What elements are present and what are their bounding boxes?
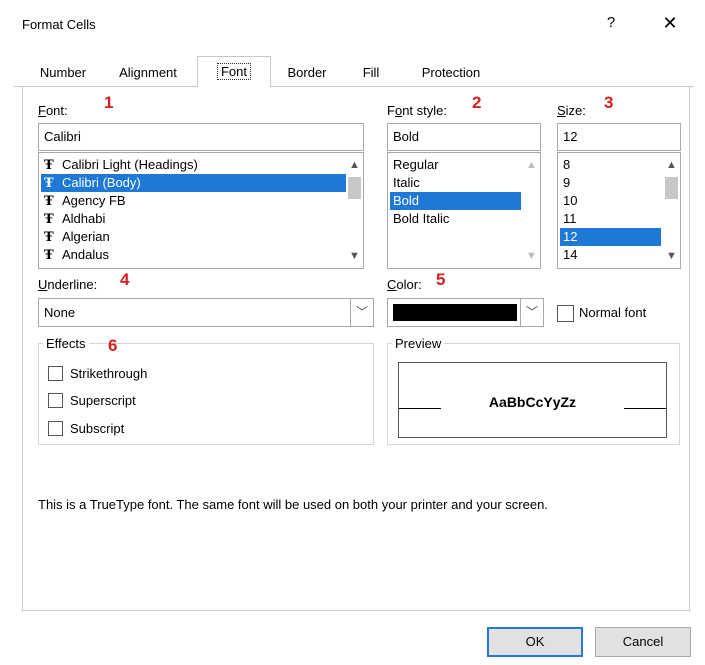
- annotation-3: 3: [604, 93, 614, 112]
- font-list[interactable]: Ŧ Calibri Light (Headings) Ŧ Calibri (Body…: [38, 152, 364, 269]
- cancel-button[interactable]: Cancel: [595, 627, 691, 657]
- tab-protection[interactable]: Protection: [405, 60, 497, 85]
- size-list[interactable]: 8 9 10 11 12 14 ▲ ▼: [557, 152, 681, 269]
- font-style-item-selected[interactable]: Bold: [390, 192, 521, 210]
- format-cells-dialog: Format Cells ? ✕ Number Alignment Font B…: [0, 0, 705, 665]
- size-scrollbar[interactable]: ▲ ▼: [663, 153, 680, 268]
- tab-border[interactable]: Border: [271, 60, 343, 85]
- font-style-list[interactable]: Regular Italic Bold Bold Italic ▲ ▼: [387, 152, 541, 269]
- color-label: Color:: [387, 277, 422, 292]
- truetype-icon: Ŧ: [44, 212, 54, 227]
- underline-value: None: [44, 305, 76, 320]
- font-style-item[interactable]: Regular: [390, 156, 439, 174]
- tab-alignment[interactable]: Alignment: [104, 60, 192, 85]
- scroll-down-icon[interactable]: ▼: [346, 248, 363, 264]
- annotation-6: 6: [108, 336, 118, 355]
- truetype-icon: Ŧ: [44, 230, 54, 245]
- truetype-icon: Ŧ: [44, 176, 54, 191]
- font-style-scrollbar[interactable]: ▲ ▼: [523, 153, 540, 268]
- font-label: Font:: [38, 103, 68, 118]
- scroll-down-icon[interactable]: ▼: [523, 248, 540, 264]
- font-style-item[interactable]: Italic: [390, 174, 420, 192]
- font-list-scrollbar[interactable]: ▲ ▼: [346, 153, 363, 268]
- font-list-item[interactable]: Ŧ Aldhabi: [41, 210, 105, 228]
- normal-font-checkbox[interactable]: [557, 305, 574, 322]
- tab-fill[interactable]: Fill: [336, 60, 406, 85]
- truetype-icon: Ŧ: [44, 248, 54, 263]
- superscript-checkbox[interactable]: [48, 393, 63, 408]
- scroll-up-icon[interactable]: ▲: [346, 157, 363, 173]
- color-swatch: [393, 304, 517, 321]
- font-list-item[interactable]: Ŧ Agency FB: [41, 192, 126, 210]
- annotation-4: 4: [120, 270, 130, 289]
- scroll-thumb[interactable]: [348, 177, 361, 199]
- font-list-item[interactable]: Ŧ Andalus: [41, 246, 109, 264]
- size-item[interactable]: 10: [560, 192, 577, 210]
- font-list-item-selected[interactable]: Ŧ Calibri (Body): [41, 174, 348, 192]
- scroll-thumb[interactable]: [665, 177, 678, 199]
- scroll-down-icon[interactable]: ▼: [663, 248, 680, 264]
- underline-label: Underline:: [38, 277, 98, 292]
- size-item[interactable]: 14: [560, 246, 577, 264]
- size-item[interactable]: 11: [560, 210, 577, 228]
- superscript-label: Superscript: [70, 393, 136, 408]
- preview-label: Preview: [392, 336, 445, 351]
- size-item[interactable]: 8: [560, 156, 570, 174]
- font-info-text: This is a TrueType font. The same font w…: [38, 497, 548, 512]
- close-button[interactable]: ✕: [655, 10, 685, 36]
- truetype-icon: Ŧ: [44, 158, 54, 173]
- tab-number[interactable]: Number: [28, 60, 98, 85]
- strikethrough-label: Strikethrough: [70, 366, 148, 381]
- normal-font-label: Normal font: [579, 305, 647, 320]
- strikethrough-checkbox[interactable]: [48, 366, 63, 381]
- underline-dropdown[interactable]: None ﹀: [38, 298, 374, 327]
- annotation-2: 2: [472, 93, 482, 112]
- close-icon: ✕: [662, 13, 678, 33]
- annotation-1: 1: [104, 93, 114, 112]
- preview-sample-text: AaBbCcYyZz: [488, 394, 577, 410]
- chevron-down-icon[interactable]: ﹀: [520, 299, 543, 326]
- font-style-input[interactable]: Bold: [387, 123, 541, 151]
- effects-label: Effects: [43, 336, 89, 351]
- preview-box: AaBbCcYyZz: [398, 362, 667, 438]
- scroll-up-icon[interactable]: ▲: [663, 157, 680, 173]
- help-button[interactable]: ?: [596, 10, 626, 36]
- chevron-down-icon[interactable]: ﹀: [350, 299, 373, 326]
- help-icon: ?: [606, 14, 616, 31]
- size-item-selected[interactable]: 12: [560, 228, 661, 246]
- annotation-5: 5: [436, 270, 446, 289]
- ok-button[interactable]: OK: [487, 627, 583, 657]
- tab-bar: Number Alignment Font Border Fill Protec…: [14, 56, 694, 87]
- color-dropdown[interactable]: ﹀: [387, 298, 544, 327]
- tab-font[interactable]: Font: [197, 56, 271, 87]
- truetype-icon: Ŧ: [44, 194, 54, 209]
- size-input[interactable]: 12: [557, 123, 681, 151]
- window-title: Format Cells: [22, 17, 96, 32]
- font-style-label: Font style:: [387, 103, 447, 118]
- size-label: Size:: [557, 103, 586, 118]
- scroll-up-icon[interactable]: ▲: [523, 157, 540, 173]
- font-input[interactable]: Calibri: [38, 123, 364, 151]
- size-item[interactable]: 9: [560, 174, 570, 192]
- subscript-label: Subscript: [70, 421, 125, 436]
- font-list-item[interactable]: Ŧ Calibri Light (Headings): [41, 156, 198, 174]
- font-style-item[interactable]: Bold Italic: [390, 210, 449, 228]
- subscript-checkbox[interactable]: [48, 421, 63, 436]
- font-list-item[interactable]: Ŧ Algerian: [41, 228, 110, 246]
